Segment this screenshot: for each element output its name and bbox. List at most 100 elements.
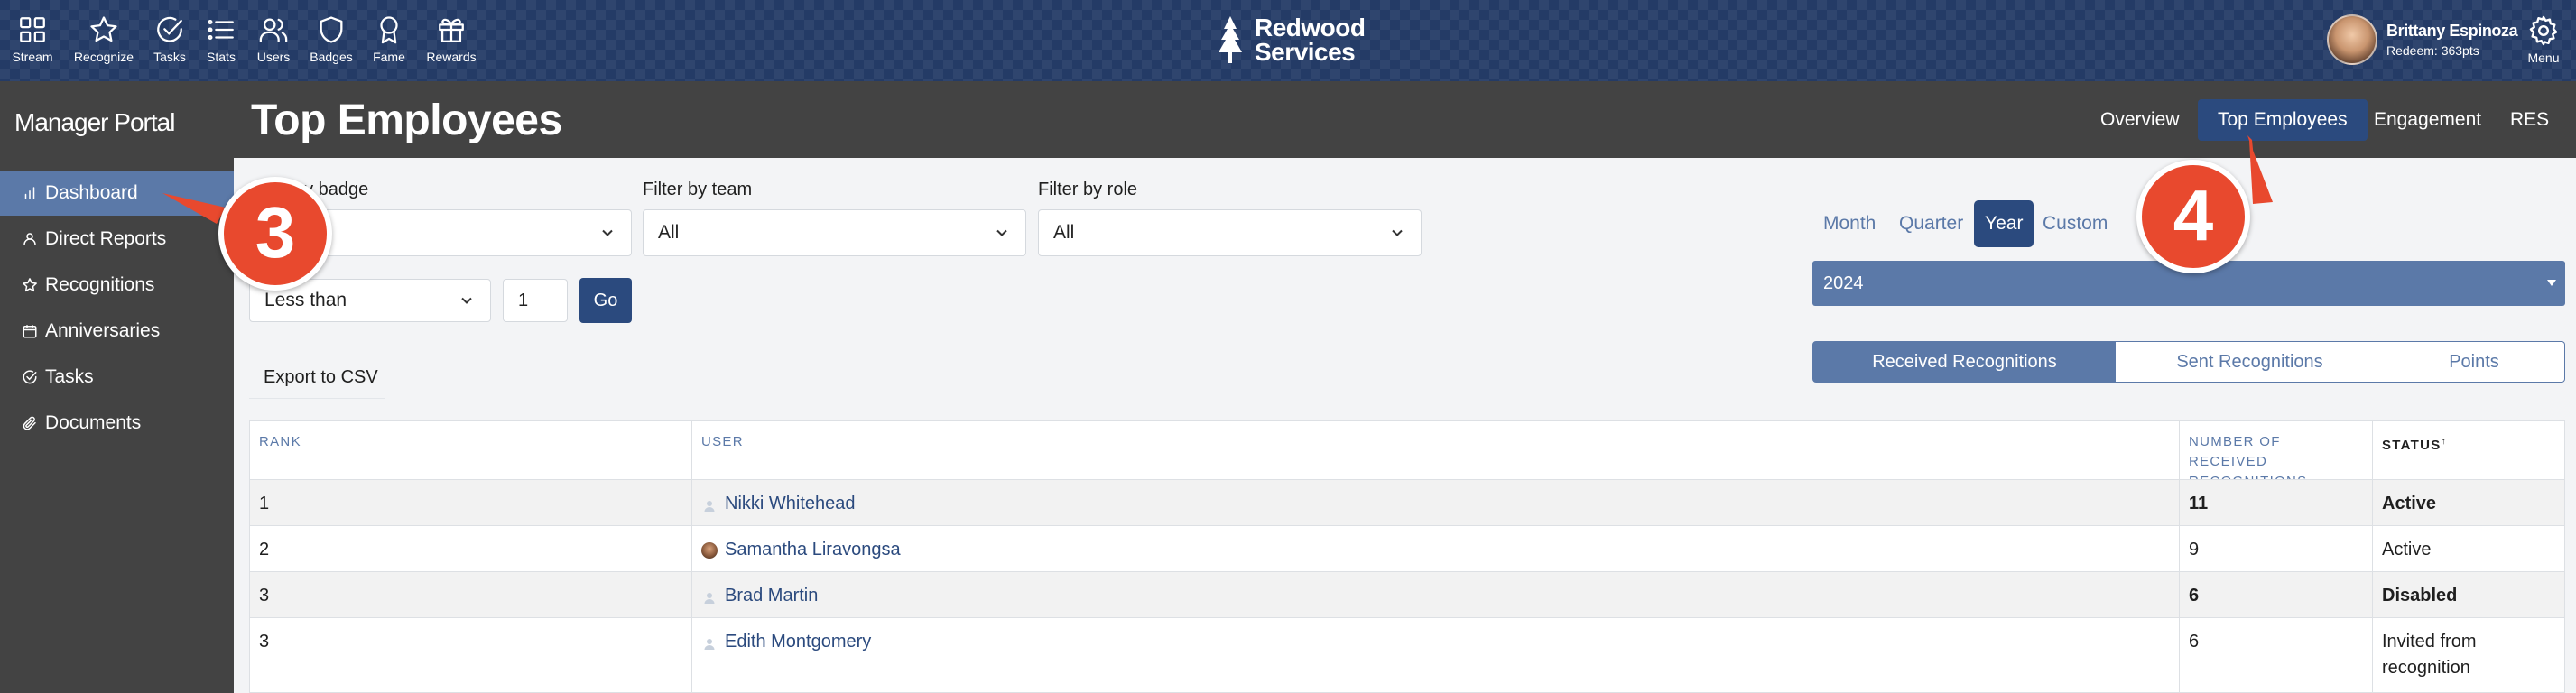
role-filter-select[interactable]: All [1038, 209, 1422, 256]
count-cell: 6 [2180, 618, 2373, 692]
page-header: Top Employees Overview Top Employees Eng… [234, 81, 2576, 158]
user-profile[interactable]: Brittany Espinoza Redeem: 363pts [2327, 13, 2518, 67]
user-name: Samantha Liravongsa [725, 540, 901, 559]
status-cell: Active [2382, 494, 2437, 513]
gift-icon [439, 18, 464, 42]
chevron-down-icon [602, 229, 613, 236]
count-cell: 11 [2180, 480, 2373, 525]
logo-line-2: Services [1255, 38, 1356, 66]
sidebar-item-label: Dashboard [45, 182, 138, 203]
chevron-down-icon [1392, 229, 1403, 236]
sidebar-item-direct-reports[interactable]: Direct Reports [0, 217, 234, 262]
logo-wordmark: Redwood Services [1255, 14, 1366, 66]
avatar [701, 541, 718, 559]
nav-label: Stream [12, 50, 53, 64]
column-header-status[interactable]: STATUS↑ [2373, 421, 2564, 479]
user-link[interactable]: Brad Martin [701, 583, 2170, 609]
rank-cell: 1 [250, 480, 692, 525]
sort-arrow-icon: ↑ [2441, 437, 2447, 447]
nav-label: Badges [310, 50, 353, 64]
user-points: Redeem: 363pts [2386, 43, 2479, 58]
user-cell: Samantha Liravongsa [692, 526, 2180, 571]
tab-res[interactable]: RES [2490, 99, 2569, 141]
users-icon [259, 18, 288, 42]
period-custom[interactable]: Custom [2032, 200, 2118, 247]
menu-button[interactable]: Menu [2518, 14, 2569, 65]
tab-sent-recognitions[interactable]: Sent Recognitions [2116, 341, 2385, 383]
user-cell: Edith Montgomery [692, 618, 2180, 692]
sidebar-item-label: Tasks [45, 366, 94, 387]
nav-fame[interactable]: Fame [357, 14, 421, 64]
bar-chart-icon [24, 187, 35, 199]
user-cell: Nikki Whitehead [692, 480, 2180, 525]
column-header-user[interactable]: USER [692, 421, 2180, 479]
user-name: Edith Montgomery [725, 632, 872, 651]
check-circle-icon [157, 16, 182, 42]
tab-received-recognitions[interactable]: Received Recognitions [1812, 341, 2117, 383]
sidebar-item-recognitions[interactable]: Recognitions [0, 263, 234, 308]
team-filter-value: All [658, 222, 680, 243]
user-name: Brittany Espinoza [2386, 22, 2518, 40]
user-placeholder-icon [704, 638, 715, 650]
tab-top-employees[interactable]: Top Employees [2198, 99, 2368, 141]
year-value: 2024 [1823, 273, 1864, 293]
table-row: 3 Brad Martin 6 Disabled [250, 571, 2564, 617]
nav-rewards[interactable]: Rewards [420, 14, 483, 64]
nav-users[interactable]: Users [242, 14, 305, 64]
rank-cell: 3 [250, 572, 692, 617]
tab-engagement[interactable]: Engagement [2354, 99, 2501, 141]
tab-points[interactable]: Points [2384, 341, 2565, 383]
sidebar-item-label: Recognitions [45, 274, 155, 295]
comparison-value: Less than [264, 290, 347, 310]
table-row: 2 Samantha Liravongsa 9 Active [250, 525, 2564, 571]
nav-label: Rewards [426, 50, 477, 64]
period-year[interactable]: Year [1974, 200, 2034, 247]
logo-line-1: Redwood [1255, 14, 1366, 42]
nav-label: Fame [373, 50, 405, 64]
callout-marker-4: 4 [2136, 160, 2250, 273]
threshold-number-input[interactable]: 1 [503, 279, 568, 322]
status-cell: Invited from recognition [2382, 632, 2477, 678]
status-cell: Disabled [2382, 586, 2458, 605]
grid-icon [20, 17, 45, 42]
paperclip-icon [23, 416, 36, 430]
calendar-icon [23, 325, 37, 338]
role-filter-label: Filter by role [1038, 180, 1138, 199]
sidebar: Manager Portal Dashboard Direct Reports … [0, 81, 234, 693]
redwood-services-logo[interactable]: Redwood Services [1211, 13, 1366, 67]
column-header-rank[interactable]: RANK [250, 421, 692, 479]
column-header-count[interactable]: NUMBER OF RECEIVED RECOGNITIONS [2180, 421, 2373, 489]
tab-overview[interactable]: Overview [2080, 99, 2200, 141]
sidebar-item-dashboard[interactable]: Dashboard [0, 171, 234, 216]
period-month[interactable]: Month [1812, 200, 1886, 247]
user-link[interactable]: Samantha Liravongsa [701, 537, 2170, 563]
portal-title: Manager Portal [14, 108, 175, 136]
nav-stream[interactable]: Stream [1, 14, 64, 64]
nav-recognize[interactable]: Recognize [72, 14, 135, 64]
team-filter-select[interactable]: All [643, 209, 1026, 256]
table-row: 3 Edith Montgomery 6 Invited from recogn… [250, 617, 2564, 692]
callout-marker-3: 3 [218, 177, 332, 291]
rank-cell: 3 [250, 618, 692, 692]
period-quarter[interactable]: Quarter [1888, 200, 1974, 247]
user-link[interactable]: Edith Montgomery [701, 629, 2170, 655]
go-button[interactable]: Go [579, 278, 632, 323]
check-circle-icon [23, 370, 37, 384]
nav-badges[interactable]: Badges [300, 14, 363, 64]
sidebar-item-tasks[interactable]: Tasks [0, 355, 234, 400]
avatar [2327, 14, 2377, 65]
team-filter-label: Filter by team [643, 180, 753, 199]
user-link[interactable]: Nikki Whitehead [701, 491, 2170, 517]
caret-down-icon [2547, 280, 2556, 286]
status-header-label: STATUS [2382, 438, 2442, 453]
sidebar-item-anniversaries[interactable]: Anniversaries [0, 309, 234, 354]
export-csv-button[interactable]: Export to CSV [249, 356, 385, 399]
count-cell: 6 [2180, 572, 2373, 617]
user-placeholder-icon [704, 592, 715, 604]
table-row: 1 Nikki Whitehead 11 Active [250, 479, 2564, 525]
sidebar-item-documents[interactable]: Documents [0, 401, 234, 446]
sidebar-item-label: Direct Reports [45, 228, 167, 249]
menu-label: Menu [2527, 51, 2560, 65]
nav-label: Recognize [73, 50, 134, 64]
nav-label: Users [256, 50, 291, 64]
